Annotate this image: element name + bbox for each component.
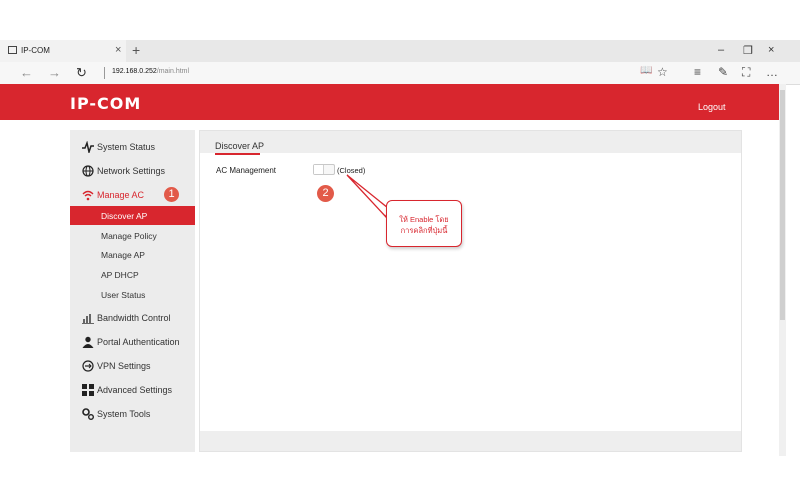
- app-header: IP-COM Logout: [0, 84, 779, 120]
- pulse-icon: [82, 140, 94, 155]
- tab-title: IP-COM: [21, 46, 50, 55]
- sidebar-item-system-status[interactable]: System Status: [70, 137, 195, 157]
- vertical-scrollbar[interactable]: [779, 84, 786, 456]
- main-panel: Discover AP AC Management (Closed) 2 ให้…: [199, 130, 742, 452]
- reading-view-icon[interactable]: 📖: [640, 65, 652, 76]
- sidebar-item-label: System Tools: [97, 409, 151, 419]
- ip-com-logo: IP-COM: [70, 94, 142, 113]
- back-icon[interactable]: ←: [20, 65, 33, 80]
- user-icon: [82, 336, 94, 348]
- sidebar-item-label: Bandwidth Control: [97, 313, 171, 323]
- url-host: 192.168.0.252: [112, 68, 157, 75]
- step-1-badge: 1: [164, 187, 179, 202]
- panel-footer: [200, 431, 741, 451]
- sidebar-item-label: Portal Authentication: [97, 337, 180, 347]
- sidebar-item-label: VPN Settings: [97, 361, 151, 371]
- favorite-icon[interactable]: ☆: [657, 65, 668, 79]
- sidebar-subitem-manage-ap[interactable]: Manage AP: [70, 245, 195, 264]
- grid-icon: [82, 384, 94, 396]
- share-icon[interactable]: ⛶: [742, 65, 750, 80]
- restore-button[interactable]: ❐: [743, 44, 753, 57]
- web-note-icon[interactable]: ✎: [718, 65, 728, 79]
- sidebar: System Status Network Settings Manage AC…: [70, 130, 195, 452]
- sidebar-item-label: Advanced Settings: [97, 385, 173, 395]
- ac-management-label: AC Management: [216, 166, 277, 175]
- sidebar-subitem-label: Manage AP: [101, 250, 145, 260]
- globe-icon: [82, 165, 94, 177]
- sidebar-item-label: System Status: [97, 142, 156, 152]
- browser-tab-bar: IP-COM × + – ❐ ×: [0, 40, 800, 62]
- sidebar-subitem-ap-dhcp[interactable]: AP DHCP: [70, 265, 195, 284]
- callout-text-line-2: การคลิกที่ปุ่มนี้: [400, 226, 448, 235]
- sidebar-subitem-label: User Status: [101, 290, 146, 300]
- forward-icon[interactable]: →: [48, 65, 61, 80]
- sidebar-item-system-tools[interactable]: System Tools: [70, 404, 195, 424]
- address-bar: ← → ↻ 192.168.0.252/main.html 📖 ☆ ≡ ✎ ⛶ …: [0, 62, 800, 85]
- sidebar-subitem-discover-ap[interactable]: Discover AP: [70, 206, 195, 225]
- sidebar-subitem-manage-policy[interactable]: Manage Policy: [70, 226, 195, 245]
- sidebar-subitem-label: Discover AP: [101, 211, 148, 221]
- new-tab-button[interactable]: +: [132, 42, 140, 58]
- page-title: Discover AP: [215, 141, 265, 151]
- url-path: /main.html: [156, 68, 190, 75]
- sidebar-item-bandwidth-control[interactable]: Bandwidth Control: [70, 308, 195, 328]
- wifi-icon: [82, 189, 94, 201]
- page-icon: [8, 46, 17, 54]
- sidebar-item-portal-authentication[interactable]: Portal Authentication: [70, 332, 195, 352]
- refresh-icon[interactable]: ↻: [76, 65, 87, 81]
- title-underline: [215, 153, 260, 155]
- sidebar-item-vpn-settings[interactable]: VPN Settings: [70, 356, 195, 376]
- address-divider: [104, 67, 105, 79]
- sidebar-subitem-label: Manage Policy: [101, 231, 157, 241]
- vpn-icon: [82, 360, 94, 372]
- panel-header: Discover AP: [200, 131, 741, 153]
- sidebar-subitem-user-status[interactable]: User Status: [70, 285, 195, 304]
- sidebar-item-advanced-settings[interactable]: Advanced Settings: [70, 380, 195, 400]
- sidebar-item-network-settings[interactable]: Network Settings: [70, 161, 195, 181]
- url-field[interactable]: 192.168.0.252/main.html: [112, 68, 189, 75]
- hub-icon[interactable]: ≡: [694, 65, 701, 79]
- more-icon[interactable]: …: [766, 65, 778, 79]
- bar-chart-icon: [82, 312, 94, 324]
- sidebar-item-label: Manage AC: [97, 190, 145, 200]
- minimize-button[interactable]: –: [718, 44, 724, 56]
- sidebar-item-label: Network Settings: [97, 166, 166, 176]
- scrollbar-thumb[interactable]: [780, 90, 785, 320]
- instruction-callout: ให้ Enable โดย การคลิกที่ปุ่มนี้: [386, 200, 462, 247]
- logout-link[interactable]: Logout: [698, 102, 726, 112]
- ac-management-toggle[interactable]: [313, 164, 335, 175]
- browser-tab[interactable]: IP-COM ×: [0, 40, 126, 62]
- toggle-knob: [314, 165, 324, 174]
- gears-icon: [82, 408, 94, 420]
- step-2-badge: 2: [317, 185, 334, 202]
- close-window-button[interactable]: ×: [768, 44, 774, 56]
- sidebar-subitem-label: AP DHCP: [101, 270, 139, 280]
- tab-close-icon[interactable]: ×: [115, 44, 121, 56]
